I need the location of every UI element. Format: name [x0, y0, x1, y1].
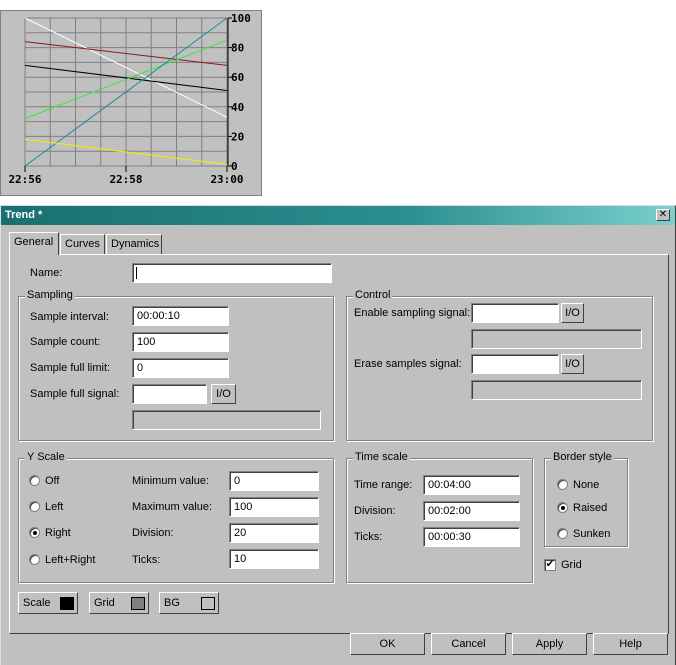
title-bar[interactable]: Trend * ✕: [1, 206, 675, 225]
enable-sampling-io-button[interactable]: I/O: [561, 303, 584, 323]
border-sunken-radio[interactable]: [557, 528, 568, 539]
y-ticks-label: Ticks:: [132, 554, 161, 566]
check-icon: ✔: [545, 559, 555, 570]
y-tick-label: 80: [231, 42, 244, 55]
time-ticks-input[interactable]: 00:00:30: [423, 527, 520, 547]
minimum-value-label: Minimum value:: [132, 475, 210, 487]
text-caret: [136, 267, 137, 279]
y-scale-left-right-radio[interactable]: [29, 554, 40, 565]
dialog-title: Trend *: [5, 209, 43, 221]
radio-selected-dot: [33, 531, 37, 535]
border-none-label: None: [573, 479, 600, 491]
sample-count-label: Sample count:: [30, 336, 101, 348]
y-scale-off-radio[interactable]: [29, 475, 40, 486]
time-division-input[interactable]: 00:02:00: [423, 501, 520, 521]
time-division-label: Division:: [354, 505, 396, 517]
enable-sampling-signal-input[interactable]: [471, 303, 559, 323]
border-none-radio[interactable]: [557, 479, 568, 490]
x-tick-label: 22:56: [8, 173, 41, 186]
minimum-value-input[interactable]: 0: [229, 471, 319, 491]
tab-dynamics[interactable]: Dynamics: [106, 234, 162, 254]
y-ticks-input[interactable]: 10: [229, 549, 319, 569]
y-scale-right-label: Right: [45, 527, 71, 539]
erase-samples-io-button[interactable]: I/O: [561, 354, 584, 374]
y-scale-left-radio[interactable]: [29, 501, 40, 512]
grid-color-swatch: [131, 597, 145, 610]
ok-button[interactable]: OK: [350, 633, 425, 655]
border-raised-label: Raised: [573, 502, 608, 514]
erase-samples-signal-display: [471, 380, 642, 400]
help-button[interactable]: Help: [593, 633, 668, 655]
control-group-title: Control: [353, 289, 393, 301]
name-input[interactable]: [132, 263, 332, 283]
maximum-value-input[interactable]: 100: [229, 497, 319, 517]
enable-sampling-signal-display: [471, 329, 642, 349]
sample-full-limit-label: Sample full limit:: [30, 362, 111, 374]
sample-full-signal-label: Sample full signal:: [30, 388, 120, 400]
bg-color-label: BG: [164, 597, 180, 609]
grid-color-button[interactable]: Grid: [89, 592, 149, 614]
erase-samples-signal-label: Erase samples signal:: [354, 358, 462, 370]
maximum-value-label: Maximum value:: [132, 501, 213, 513]
y-tick-label: 100: [231, 12, 251, 25]
trend-dialog: Trend * ✕ General Curves Dynamics Name: …: [0, 205, 676, 665]
sample-full-limit-input[interactable]: 0: [132, 358, 229, 378]
sampling-group-title: Sampling: [25, 289, 75, 301]
border-raised-radio[interactable]: [557, 502, 568, 513]
sample-interval-input[interactable]: 00:00:10: [132, 306, 229, 326]
scale-color-swatch: [60, 597, 74, 610]
time-scale-group-title: Time scale: [353, 451, 410, 463]
close-icon: ✕: [658, 209, 668, 220]
border-sunken-label: Sunken: [573, 528, 611, 540]
trend-preview: 0 20 40 60 80 100 22:56 22:58 23:00: [0, 10, 262, 196]
y-division-input[interactable]: 20: [229, 523, 319, 543]
y-division-label: Division:: [132, 527, 174, 539]
apply-button[interactable]: Apply: [512, 633, 587, 655]
sample-interval-label: Sample interval:: [30, 311, 109, 323]
y-tick-label: 20: [231, 130, 244, 143]
grid-checkbox[interactable]: ✔: [544, 559, 556, 571]
sample-full-signal-io-button[interactable]: I/O: [211, 384, 236, 404]
tab-curves[interactable]: Curves: [60, 234, 105, 254]
sample-count-input[interactable]: 100: [132, 332, 229, 352]
x-tick-label: 23:00: [210, 173, 243, 186]
bg-color-button[interactable]: BG: [159, 592, 219, 614]
y-scale-off-label: Off: [45, 475, 60, 487]
grid-checkbox-label: Grid: [561, 559, 582, 571]
enable-sampling-signal-label: Enable sampling signal:: [354, 307, 471, 319]
y-tick-label: 0: [231, 160, 238, 173]
tab-label: Curves: [65, 238, 100, 250]
sample-full-signal-display: [132, 410, 321, 430]
x-tick-label: 22:58: [109, 173, 142, 186]
time-range-input[interactable]: 00:04:00: [423, 475, 520, 495]
radio-selected-dot: [561, 506, 565, 510]
close-button[interactable]: ✕: [656, 209, 670, 221]
y-tick-label: 40: [231, 101, 244, 114]
time-ticks-label: Ticks:: [354, 531, 383, 543]
tab-label: General: [14, 236, 54, 248]
bg-color-swatch: [201, 597, 215, 610]
border-style-group-title: Border style: [551, 451, 614, 463]
tab-general[interactable]: General: [9, 232, 59, 255]
y-tick-label: 60: [231, 71, 244, 84]
erase-samples-signal-input[interactable]: [471, 354, 559, 374]
scale-color-label: Scale: [23, 597, 51, 609]
scale-color-button[interactable]: Scale: [18, 592, 78, 614]
grid-color-label: Grid: [94, 597, 115, 609]
cancel-button[interactable]: Cancel: [431, 633, 506, 655]
y-scale-right-radio[interactable]: [29, 527, 40, 538]
trend-chart: 0 20 40 60 80 100 22:56 22:58 23:00: [8, 12, 251, 186]
sample-full-signal-input[interactable]: [132, 384, 207, 404]
tab-label: Dynamics: [111, 238, 160, 250]
y-scale-left-right-label: Left+Right: [45, 554, 96, 566]
y-scale-group-title: Y Scale: [25, 451, 67, 463]
time-range-label: Time range:: [354, 479, 413, 491]
y-scale-left-label: Left: [45, 501, 64, 513]
name-label: Name:: [30, 267, 63, 279]
